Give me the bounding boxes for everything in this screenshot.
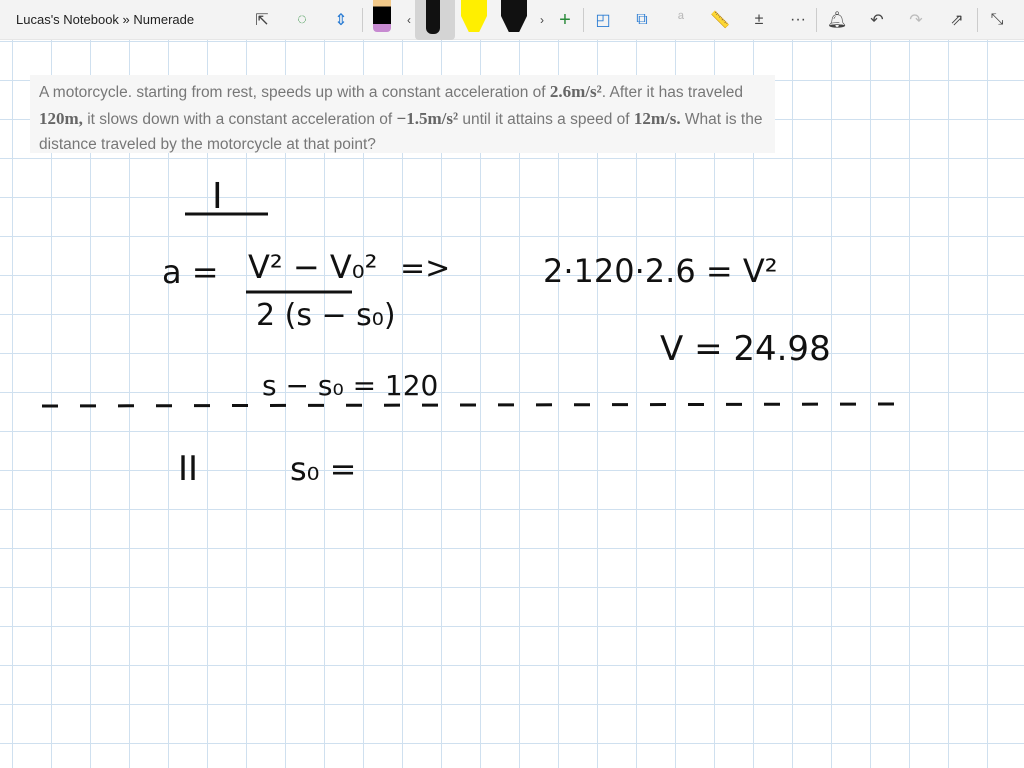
equation-lhs: a = xyxy=(162,253,219,291)
part-two-label: II xyxy=(178,449,198,489)
velocity-result: V = 24.98 xyxy=(660,329,831,369)
initial-position: s₀ = xyxy=(290,450,356,488)
section-divider xyxy=(41,402,896,408)
part-one-label: I xyxy=(212,176,223,217)
implies-arrow: => xyxy=(400,251,450,286)
calculation: 2·120·2.6 = V² xyxy=(543,252,778,290)
equation-numerator: V² − V₀² xyxy=(248,248,377,286)
distance-difference: s − s₀ = 120 xyxy=(262,369,438,402)
equation-denominator: 2 (s − s₀) xyxy=(256,298,396,333)
ink-canvas[interactable]: I a = V² − V₀² 2 (s − s₀) => 2·120·2.6 =… xyxy=(0,0,1024,768)
